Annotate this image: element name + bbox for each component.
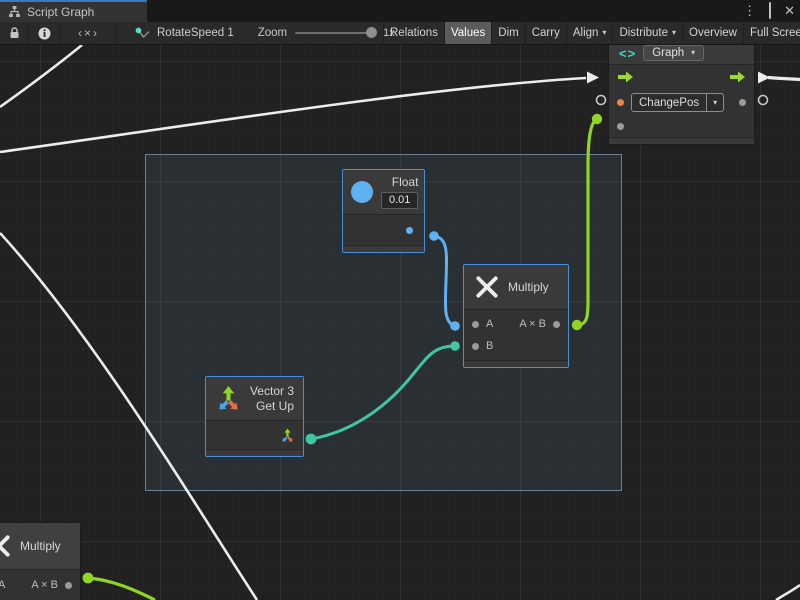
info-icon (38, 27, 51, 40)
unconnected-port-ring-right (759, 96, 768, 105)
multiply2-output-port[interactable] (65, 582, 72, 589)
breadcrumb-label: RotateSpeed 1 (157, 27, 234, 39)
float-type-icon (351, 181, 373, 203)
float-node[interactable]: Float 0.01 (342, 169, 425, 253)
fullscreen-button[interactable]: Full Screen (743, 22, 800, 44)
unconnected-port-ring-left (597, 96, 606, 105)
carry-button[interactable]: Carry (525, 22, 566, 44)
flow-graph-icon (135, 27, 151, 40)
overview-button[interactable]: Overview (682, 22, 743, 44)
breadcrumb[interactable]: RotateSpeed 1 (117, 22, 244, 44)
align-dropdown[interactable]: Align▾ (566, 22, 613, 44)
dim-button[interactable]: Dim (491, 22, 524, 44)
edit-graph-button[interactable]: ‹×› (61, 22, 117, 44)
wire-white-out-right (768, 78, 800, 80)
node-subtitle: Get Up (256, 399, 294, 413)
zoom-label: Zoom (258, 27, 287, 39)
float-output-port[interactable] (406, 227, 413, 234)
chevron-down-icon: ▾ (691, 49, 695, 57)
vector3-get-up-node[interactable]: Vector 3 Get Up (205, 376, 304, 457)
multiply-x-icon (0, 533, 12, 559)
script-graph-window: Script Graph ⋮ ✕ (0, 0, 800, 600)
multiply-x-icon (474, 274, 500, 300)
zoom-slider-handle[interactable] (366, 27, 377, 38)
padlock-icon (9, 27, 20, 39)
vector3-output-port[interactable] (280, 428, 295, 443)
menu-icon[interactable]: ⋮ (743, 1, 756, 21)
maximize-icon[interactable] (769, 1, 771, 21)
wire-arrowhead-in (587, 72, 599, 84)
distribute-dropdown[interactable]: Distribute▾ (612, 22, 682, 44)
chevron-down-icon: ▾ (672, 29, 676, 37)
graph-canvas[interactable]: Float 0.01 Multiply (0, 45, 800, 600)
code-brackets-icon: <> (619, 46, 636, 61)
float-value-input[interactable]: 0.01 (381, 192, 418, 209)
graph-hierarchy-icon (8, 6, 21, 18)
multiply-input-b-port[interactable] (472, 343, 479, 350)
tab-script-graph[interactable]: Script Graph (0, 0, 147, 22)
multiply-node[interactable]: Multiply A A × B B (463, 264, 569, 368)
info-button[interactable] (29, 22, 61, 44)
node-title: Vector 3 (250, 384, 294, 398)
chevron-down-icon: ▾ (602, 29, 606, 37)
graph-dropdown-button[interactable]: Graph ▾ (643, 45, 704, 61)
event-extra-port[interactable] (617, 123, 624, 130)
vector3-axes-icon (215, 385, 242, 412)
node-title: Multiply (20, 539, 61, 553)
event-value-output-port[interactable] (739, 99, 746, 106)
zoom-slider[interactable] (295, 32, 375, 34)
graph-event-node[interactable]: <> Graph ▾ Change (608, 45, 755, 145)
multiply-node-2[interactable]: Multiply A A × B (0, 522, 81, 600)
multiply-output-port[interactable] (553, 321, 560, 328)
tab-title: Script Graph (27, 5, 94, 19)
event-value-input-port[interactable] (617, 99, 624, 106)
wire-white-topleft (0, 45, 82, 107)
chevron-down-icon: ▾ (713, 99, 717, 107)
node-title: Multiply (508, 280, 549, 294)
lock-button[interactable] (0, 22, 29, 44)
relations-button[interactable]: Relations (383, 22, 444, 44)
title-bar: Script Graph ⋮ ✕ (0, 0, 800, 22)
values-button[interactable]: Values (444, 22, 491, 44)
multiply-input-a-port[interactable] (472, 321, 479, 328)
zoom-control: Zoom 1x (244, 22, 395, 44)
wire-arrowhead-out (758, 72, 770, 84)
wire-white-to-graph-node (0, 78, 586, 152)
code-cross-icon: ‹×› (78, 26, 99, 40)
control-input-port[interactable] (617, 70, 634, 84)
close-icon[interactable]: ✕ (784, 1, 795, 21)
wire-white-corner (776, 585, 800, 600)
wire-green-multiply2-out (88, 578, 155, 600)
node-title: Float (392, 175, 419, 189)
changepos-dropdown[interactable]: ChangePos ▾ (631, 93, 724, 112)
window-controls: ⋮ ✕ (743, 1, 795, 21)
graph-toolbar: ‹×› RotateSpeed 1 Zoom 1x Relations Valu… (0, 22, 800, 45)
control-output-port[interactable] (729, 70, 746, 84)
